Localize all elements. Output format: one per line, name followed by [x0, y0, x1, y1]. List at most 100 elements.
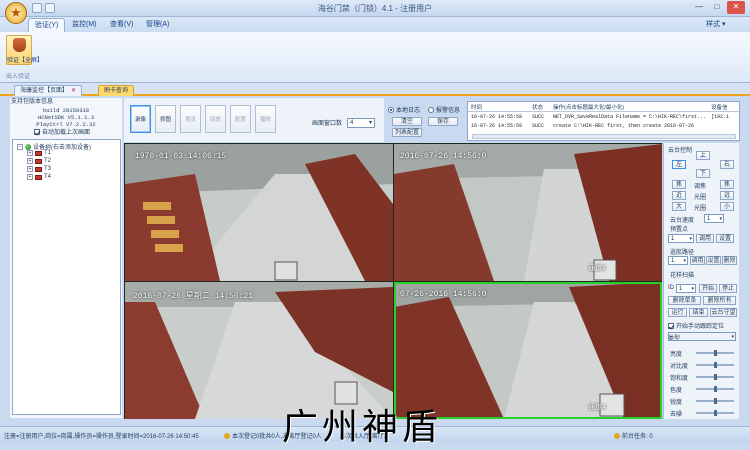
tab-hik-monitor-label: 海康监控【页面】	[20, 88, 69, 94]
log-header-op[interactable]: 操作(点击标题最大化/最小化)	[553, 103, 624, 111]
camera-osd: 2016-07-26 星期二 14:56:21	[133, 292, 254, 301]
log-cell: 16-07-26 14:55:59	[471, 123, 523, 129]
split-select[interactable]: 4	[347, 118, 375, 128]
local-log-radio[interactable]: 本地日志	[388, 105, 420, 114]
preview-button[interactable]: 预览	[180, 105, 201, 133]
log-scrollbar[interactable]	[472, 134, 736, 139]
tab-card-query[interactable]: 刷卡查询	[98, 85, 135, 96]
zoom-in-button[interactable]: 大	[672, 202, 686, 211]
pattern-start-button[interactable]: 开始	[699, 284, 717, 293]
camera-image	[125, 144, 393, 281]
end-button[interactable]: 结束	[689, 308, 708, 317]
ptz-up-button[interactable]: 上	[696, 151, 710, 160]
ptz-left-button[interactable]: 左	[672, 160, 686, 169]
tab-view[interactable]: 查看(V)	[104, 18, 139, 32]
log-header-status[interactable]: 状态	[532, 103, 543, 111]
camera-view-1[interactable]: 1970-01-03 14:06:15	[125, 144, 393, 281]
close-button[interactable]: ✕	[727, 1, 745, 14]
ptz-guard-button[interactable]: 云台守望	[710, 308, 737, 317]
delete-one-button[interactable]: 删除单条	[668, 296, 701, 305]
log-controls: 本地日志 报警信息 清空 保存 列表配置	[384, 101, 466, 141]
brightness-slider[interactable]	[696, 350, 734, 356]
autoload-label: 自动加载上次画面	[42, 130, 91, 136]
playback-button[interactable]: 回放	[205, 105, 226, 133]
cruise-label: 巡航路径	[670, 250, 695, 256]
preset-call-button[interactable]: 调用	[696, 234, 714, 243]
capture-button[interactable]: 抓图	[155, 105, 176, 133]
app-orb-icon[interactable]: ★	[5, 2, 27, 24]
run-button[interactable]: 运行	[668, 308, 687, 317]
denoise-slider[interactable]	[696, 410, 734, 416]
iris-near-button[interactable]: 近	[672, 191, 686, 200]
divider	[468, 111, 739, 112]
config-button[interactable]: 配置	[230, 105, 251, 133]
preset-select[interactable]: 1	[668, 234, 694, 243]
autoload-checkbox[interactable]: 自动加载上次画面	[34, 127, 90, 136]
ptz-speed-select[interactable]: 1	[704, 214, 724, 223]
log-cell: [192.1	[711, 114, 730, 120]
device-icon	[35, 158, 42, 164]
type-select[interactable]	[668, 332, 736, 341]
local-log-label: 本地日志	[396, 108, 421, 114]
globe-icon	[25, 143, 31, 150]
cruise-delete-button[interactable]: 删除	[722, 256, 737, 265]
expand-icon[interactable]: +	[27, 158, 33, 164]
maximize-button[interactable]: □	[708, 1, 726, 14]
cruise-call-button[interactable]: 调用	[690, 256, 705, 265]
record-button[interactable]: 录像	[130, 105, 151, 133]
manual-track-checkbox[interactable]: 开始手动跟踪定位	[668, 321, 724, 330]
tab-verify[interactable]: 验证(Y)	[28, 18, 66, 32]
tree-item[interactable]: + T1	[27, 150, 51, 156]
log-header-device[interactable]: 设备信	[711, 103, 728, 111]
pattern-stop-button[interactable]: 停止	[719, 284, 737, 293]
clear-button[interactable]: 清空	[392, 117, 422, 126]
tab-monitor[interactable]: 监控(M)	[66, 18, 103, 32]
ptz-right-button[interactable]: 右	[720, 160, 734, 169]
camera-view-2[interactable]: 2016-07-26 14:56:0 通道2	[394, 144, 662, 281]
slider-label: 饱和度	[670, 376, 689, 382]
preset-set-button[interactable]: 设置	[716, 234, 734, 243]
minimize-button[interactable]: —	[690, 1, 708, 14]
iris-far-button[interactable]: 远	[720, 191, 734, 200]
sharpness-slider[interactable]	[696, 398, 734, 404]
expand-icon[interactable]: +	[27, 150, 33, 156]
version-sdk: HCNetSDK V5.1.1.3	[37, 114, 95, 121]
slider-label: 去噪	[670, 412, 683, 418]
cruise-select[interactable]: 1	[668, 256, 688, 265]
style-menu[interactable]: 样式 ▾	[700, 18, 731, 32]
tree-item[interactable]: + T2	[27, 158, 51, 164]
device-icon	[35, 150, 42, 156]
log-cell: SUCC	[532, 123, 545, 129]
cruise-set-button[interactable]: 设置	[706, 256, 721, 265]
ptz-down-button[interactable]: 下	[696, 169, 710, 178]
tab-hik-monitor[interactable]: 海康监控【页面】 ✕	[14, 85, 83, 96]
zoom-out-button[interactable]: 小	[720, 202, 734, 211]
tree-item[interactable]: + T4	[27, 174, 51, 180]
log-table[interactable]: 时间 状态 操作(点击标题最大化/最小化) 设备信 16-07-26 14:55…	[467, 101, 740, 141]
video-toolbar: 录像 抓图 预览 回放 配置 播放 画面窗口数	[124, 98, 384, 142]
hue-slider[interactable]	[696, 386, 734, 392]
saturation-slider[interactable]	[696, 374, 734, 380]
log-header-time[interactable]: 时间	[471, 103, 482, 111]
tree-item-label: T1	[44, 150, 52, 156]
alarm-info-radio[interactable]: 报警信息	[428, 105, 460, 114]
save-button[interactable]: 保存	[428, 117, 458, 126]
close-tab-icon[interactable]: ✕	[71, 88, 76, 94]
focus-label: 调焦	[694, 184, 707, 190]
device-icon	[35, 166, 42, 172]
delete-all-button[interactable]: 删除所有	[703, 296, 736, 305]
tree-item[interactable]: + T3	[27, 166, 51, 172]
pattern-select[interactable]: 1	[676, 284, 696, 293]
menu-bar: 验证(Y) 监控(M) 查看(V) 管理(A) 样式 ▾	[0, 17, 750, 32]
expand-icon[interactable]: +	[27, 174, 33, 180]
contrast-slider[interactable]	[696, 362, 734, 368]
play-button[interactable]: 播放	[255, 105, 276, 133]
tab-manage[interactable]: 管理(A)	[140, 18, 175, 32]
collapse-icon[interactable]: −	[17, 143, 23, 150]
verify-fullscreen-button[interactable]: 验证【全屏】	[6, 35, 43, 65]
focus-far-button[interactable]: 焦	[720, 180, 734, 189]
focus-near-button[interactable]: 焦	[672, 180, 686, 189]
expand-icon[interactable]: +	[27, 166, 33, 172]
list-config-button[interactable]: 列表配置	[392, 128, 422, 137]
device-tree[interactable]: − 设备树(右击添加设备) + T1 + T2 + T3 + T4	[12, 139, 121, 415]
